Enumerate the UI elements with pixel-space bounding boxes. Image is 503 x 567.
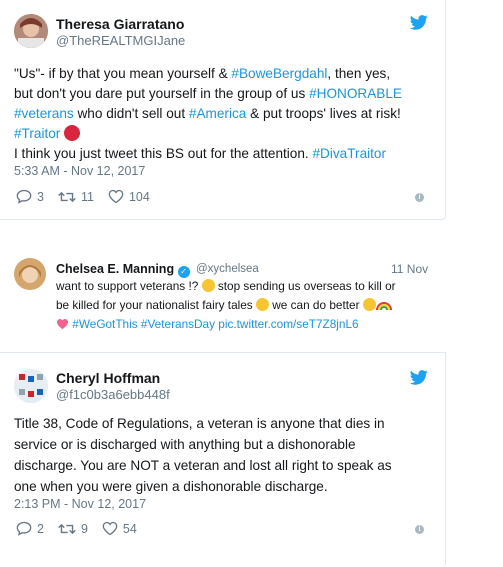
reply-count: 3 xyxy=(37,189,44,204)
text-segment: "Us"- if by that you mean yourself & xyxy=(14,66,232,81)
reply-icon xyxy=(16,189,32,204)
text-segment: I think you just tweet this BS out for t… xyxy=(14,146,313,161)
tweet-actions: 3 11 104 xyxy=(16,189,164,204)
retweet-count: 9 xyxy=(80,521,88,536)
avatar-image xyxy=(14,14,48,48)
text-segment: be killed for your nationalist fairy tal… xyxy=(56,298,256,312)
retweet-icon xyxy=(58,523,76,534)
text-segment: , then yes, xyxy=(327,66,391,81)
hashtag-link[interactable]: #BoweBergdahl xyxy=(231,66,327,81)
tweet-card-chelsea: Chelsea E. Manning ✓ @xychelsea 11 Nov w… xyxy=(0,252,446,344)
timestamp[interactable]: 5:33 AM - Nov 12, 2017 xyxy=(14,164,145,178)
avatar[interactable] xyxy=(14,369,48,403)
author-name[interactable]: Chelsea E. Manning ✓ xyxy=(56,262,190,278)
hashtag-link[interactable]: #Traitor xyxy=(14,126,60,141)
hearts-emoji-icon xyxy=(57,319,68,329)
smirk-emoji-icon xyxy=(201,279,215,292)
heart-icon xyxy=(108,189,124,204)
hashtag-link[interactable]: #America xyxy=(189,106,246,121)
tweet-text: Title 38, Code of Regulations, a veteran… xyxy=(14,413,444,497)
avatar-image xyxy=(14,369,48,403)
pic-link[interactable]: pic.twitter.com/seT7Z8jnL6 xyxy=(218,317,358,331)
text-line: one when you were given a dishonorable d… xyxy=(14,479,328,494)
reply-button[interactable]: 2 xyxy=(16,521,44,536)
retweet-icon xyxy=(58,191,76,202)
reply-icon xyxy=(16,521,32,536)
hashtag-link[interactable]: #VeteransDay xyxy=(141,317,215,331)
author-name[interactable]: Cheryl Hoffman xyxy=(56,370,160,386)
reply-count: 2 xyxy=(37,521,44,536)
author-handle[interactable]: @f1c0b3a6ebb448f xyxy=(56,387,170,402)
like-count: 104 xyxy=(128,189,150,204)
like-count: 54 xyxy=(122,521,137,536)
text-segment: who didn't sell out xyxy=(73,106,189,121)
text-line: Title 38, Code of Regulations, a veteran… xyxy=(14,416,385,431)
sunglasses-emoji-icon xyxy=(362,298,376,311)
text-segment: but don't you dare put yourself in the g… xyxy=(14,86,310,101)
reply-button[interactable]: 3 xyxy=(16,189,44,204)
retweet-count: 11 xyxy=(80,189,94,204)
twitter-bird-icon[interactable] xyxy=(410,370,428,385)
text-line: discharge. You are NOT a veteran and los… xyxy=(14,458,392,473)
twitter-bird-icon[interactable] xyxy=(410,15,428,30)
like-button[interactable]: 54 xyxy=(102,521,137,536)
author-handle[interactable]: @xychelsea xyxy=(196,263,259,275)
timestamp[interactable]: 2:13 PM - Nov 12, 2017 xyxy=(14,497,146,511)
tweet-text: "Us"- if by that you mean yourself & #Bo… xyxy=(14,64,444,164)
text-line: service or is discharged with anything b… xyxy=(14,437,356,452)
avatar[interactable] xyxy=(14,14,48,48)
hashtag-link[interactable]: #veterans xyxy=(14,106,74,121)
heart-icon xyxy=(102,521,118,536)
text-segment: we can do better xyxy=(269,298,363,312)
avatar[interactable] xyxy=(14,258,46,290)
author-name[interactable]: Theresa Giarratano xyxy=(56,16,184,32)
info-icon[interactable]: i xyxy=(415,525,424,534)
tweet-date[interactable]: 11 Nov xyxy=(391,262,428,276)
author-handle[interactable]: @TheREALTMGIJane xyxy=(56,33,185,48)
hashtag-link[interactable]: #HONORABLE xyxy=(309,86,402,101)
tweet-card-theresa: Theresa Giarratano @TheREALTMGIJane "Us"… xyxy=(0,0,446,220)
tweet-actions: 2 9 54 xyxy=(16,521,151,536)
text-segment: want to support veterans !? xyxy=(56,279,202,293)
like-button[interactable]: 104 xyxy=(108,189,150,204)
rainbow-emoji-icon xyxy=(375,302,392,311)
author-name-text: Chelsea E. Manning xyxy=(56,262,175,276)
thinking-emoji-icon xyxy=(256,298,269,311)
angry-face-emoji-icon xyxy=(64,125,81,141)
text-segment: & put troops' lives at risk! xyxy=(246,106,401,121)
hashtag-link[interactable]: #DivaTraitor xyxy=(312,146,386,161)
tweet-text: want to support veterans !? stop sending… xyxy=(56,277,441,334)
text-segment: stop sending us overseas to kill or xyxy=(214,279,396,293)
retweet-button[interactable]: 9 xyxy=(58,522,88,536)
retweet-button[interactable]: 11 xyxy=(58,190,94,204)
hashtag-link[interactable]: #WeGotThis xyxy=(72,317,137,331)
tweet-card-cheryl: Cheryl Hoffman @f1c0b3a6ebb448f Title 38… xyxy=(0,352,446,567)
info-icon[interactable]: i xyxy=(415,193,424,202)
avatar-image xyxy=(14,258,46,290)
